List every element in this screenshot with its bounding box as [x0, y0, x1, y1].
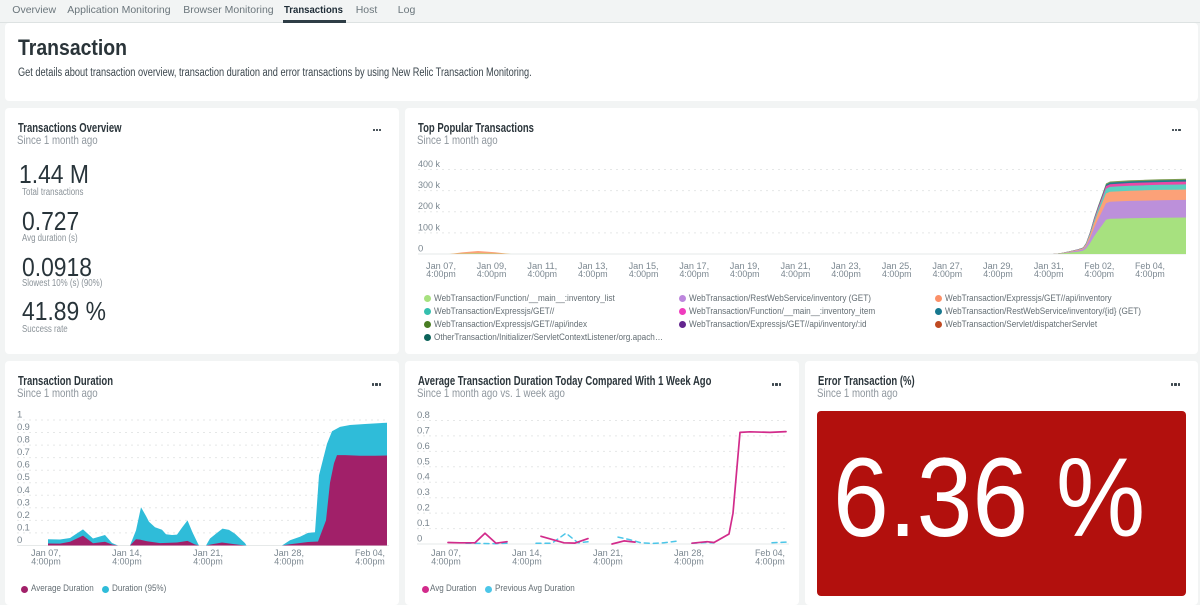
svg-text:0.5: 0.5	[17, 472, 30, 483]
svg-text:4:00pm: 4:00pm	[274, 557, 304, 568]
svg-text:4:00pm: 4:00pm	[31, 557, 61, 568]
svg-text:4:00pm: 4:00pm	[781, 269, 811, 280]
svg-text:4:00pm: 4:00pm	[882, 269, 912, 280]
svg-text:4:00pm: 4:00pm	[112, 557, 142, 568]
svg-text:0.7: 0.7	[417, 425, 430, 436]
svg-text:4:00pm: 4:00pm	[512, 557, 542, 568]
svg-text:0.4: 0.4	[417, 472, 430, 483]
svg-text:0.4: 0.4	[17, 485, 30, 496]
svg-text:4:00pm: 4:00pm	[755, 557, 785, 568]
svg-text:0: 0	[417, 534, 422, 545]
svg-text:0.9: 0.9	[17, 422, 30, 433]
svg-text:4:00pm: 4:00pm	[730, 269, 760, 280]
svg-text:0.1: 0.1	[17, 522, 30, 533]
svg-text:4:00pm: 4:00pm	[426, 269, 456, 280]
svg-text:0.8: 0.8	[417, 410, 430, 421]
svg-text:0.2: 0.2	[17, 510, 30, 521]
svg-text:4:00pm: 4:00pm	[1085, 269, 1115, 280]
svg-text:4:00pm: 4:00pm	[355, 557, 385, 568]
svg-text:1: 1	[17, 410, 22, 421]
svg-text:0.3: 0.3	[17, 497, 30, 508]
svg-text:4:00pm: 4:00pm	[679, 269, 709, 280]
svg-text:4:00pm: 4:00pm	[1034, 269, 1064, 280]
svg-text:4:00pm: 4:00pm	[193, 557, 223, 568]
svg-text:4:00pm: 4:00pm	[593, 557, 623, 568]
svg-text:0.1: 0.1	[417, 518, 430, 529]
svg-text:100 k: 100 k	[418, 222, 440, 233]
svg-text:0.3: 0.3	[417, 487, 430, 498]
svg-text:4:00pm: 4:00pm	[528, 269, 558, 280]
svg-text:4:00pm: 4:00pm	[1135, 269, 1165, 280]
svg-text:4:00pm: 4:00pm	[983, 269, 1013, 280]
svg-text:0: 0	[418, 243, 423, 254]
svg-text:0.7: 0.7	[17, 447, 30, 458]
svg-text:4:00pm: 4:00pm	[674, 557, 704, 568]
svg-text:0.8: 0.8	[17, 435, 30, 446]
svg-text:4:00pm: 4:00pm	[629, 269, 659, 280]
svg-text:0.6: 0.6	[417, 441, 430, 452]
svg-text:4:00pm: 4:00pm	[578, 269, 608, 280]
svg-text:4:00pm: 4:00pm	[933, 269, 963, 280]
svg-text:0.2: 0.2	[417, 503, 430, 514]
svg-text:300 k: 300 k	[418, 180, 440, 191]
svg-text:200 k: 200 k	[418, 201, 440, 212]
svg-text:400 k: 400 k	[418, 159, 440, 170]
svg-text:0.6: 0.6	[17, 460, 30, 471]
svg-text:4:00pm: 4:00pm	[477, 269, 507, 280]
svg-text:0: 0	[17, 535, 22, 546]
svg-text:0.5: 0.5	[417, 456, 430, 467]
svg-text:4:00pm: 4:00pm	[831, 269, 861, 280]
svg-text:4:00pm: 4:00pm	[431, 557, 461, 568]
